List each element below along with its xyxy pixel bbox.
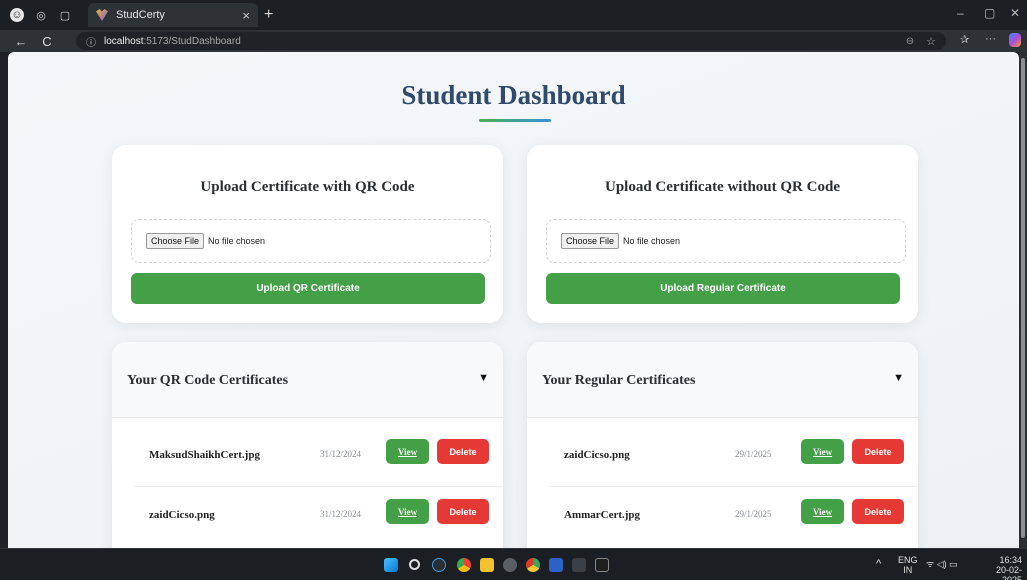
qr-choose-file-button[interactable]: Choose File	[146, 233, 205, 249]
delete-button[interactable]: Delete	[437, 439, 489, 464]
list-item: zaidCicso.png 31/12/2024 View Delete	[134, 487, 502, 547]
regular-choose-file-button[interactable]: Choose File	[561, 233, 620, 249]
regular-certificates-header[interactable]: Your Regular Certificates ▼	[527, 342, 918, 418]
reload-button[interactable]: C	[34, 34, 60, 49]
qr-certificates-title: Your QR Code Certificates	[127, 373, 289, 388]
certificate-name: MaksudShaikhCert.jpg	[149, 449, 260, 461]
url-path: :5173/StudDashboard	[143, 35, 241, 47]
delete-button[interactable]: Delete	[852, 439, 904, 464]
clock-time: 16:34	[999, 555, 1022, 565]
list-item: MaksudShaikhCert.jpg 31/12/2024 View Del…	[134, 427, 502, 487]
qr-file-dropzone[interactable]: Choose File No file chosen	[131, 219, 491, 263]
delete-button[interactable]: Delete	[437, 499, 489, 524]
tab-title: StudCerty	[116, 9, 165, 21]
qr-certificates-header[interactable]: Your QR Code Certificates ▼	[112, 342, 503, 418]
regular-certificates-card: Your Regular Certificates ▼ zaidCicso.pn…	[527, 342, 918, 548]
list-item: AmmarCert.jpg 29/1/2025 View Delete	[549, 487, 917, 547]
certificate-name: zaidCicso.png	[564, 449, 630, 461]
delete-button[interactable]: Delete	[852, 499, 904, 524]
upload-qr-card: Upload Certificate with QR Code Choose F…	[112, 145, 503, 323]
upload-regular-button[interactable]: Upload Regular Certificate	[546, 273, 900, 304]
close-window-button[interactable]: ✕	[1010, 6, 1020, 20]
new-tab-button[interactable]: +	[264, 6, 273, 24]
qr-certificates-card: Your QR Code Certificates ▼ MaksudShaikh…	[112, 342, 503, 548]
back-button[interactable]: ←	[8, 34, 34, 49]
certificate-name: AmmarCert.jpg	[564, 509, 641, 521]
page-viewport: Student Dashboard Upload Certificate wit…	[8, 52, 1019, 548]
studcerty-favicon-icon	[96, 9, 108, 21]
upload-regular-heading: Upload Certificate without QR Code	[605, 179, 840, 195]
certificate-name: zaidCicso.png	[149, 509, 215, 521]
list-item: zaidCicso.png 29/1/2025 View Delete	[549, 427, 917, 487]
profile-icon[interactable]: ☺	[10, 8, 24, 22]
windows-start-icon[interactable]	[384, 558, 398, 572]
clock-date: 20-02-2025	[995, 565, 1022, 580]
edge-browser-icon[interactable]	[432, 558, 446, 572]
favorites-icon[interactable]: ✰	[960, 33, 969, 46]
language-indicator[interactable]: ENG IN	[898, 555, 918, 575]
certificate-date: 29/1/2025	[735, 509, 772, 519]
word-icon[interactable]	[549, 558, 563, 572]
tab-close-icon[interactable]: ×	[242, 8, 250, 23]
language-code: ENG	[898, 555, 918, 565]
regular-certificates-title: Your Regular Certificates	[542, 373, 696, 388]
copilot-icon[interactable]	[1009, 33, 1021, 47]
file-explorer-icon[interactable]	[480, 558, 494, 572]
regular-collapse-caret-icon[interactable]: ▼	[893, 372, 904, 384]
zoom-icon[interactable]: ⊖	[906, 36, 914, 47]
settings-icon[interactable]	[503, 558, 517, 572]
workspaces-icon[interactable]: ◎	[34, 8, 48, 22]
terminal-icon[interactable]	[572, 558, 586, 572]
browser-titlebar: ☺ ◎ ▢ StudCerty × + – ▢ ✕	[0, 0, 1027, 30]
upload-qr-heading: Upload Certificate with QR Code	[200, 179, 415, 195]
certificate-date: 31/12/2024	[320, 449, 362, 459]
search-icon[interactable]	[409, 559, 420, 570]
regular-file-status: No file chosen	[623, 236, 681, 246]
qr-collapse-caret-icon[interactable]: ▼	[478, 372, 489, 384]
os-taskbar: ^ ENG IN ᯤ ◁) ▭ 16:34 20-02-2025	[0, 548, 1027, 580]
upload-regular-card: Upload Certificate without QR Code Choos…	[527, 145, 918, 323]
tray-chevron-icon[interactable]: ^	[876, 559, 881, 570]
scrollbar-thumb[interactable]	[1021, 58, 1025, 538]
page-scrollbar[interactable]	[1019, 52, 1027, 548]
chrome-icon[interactable]	[457, 558, 471, 572]
qr-file-status: No file chosen	[208, 236, 266, 246]
language-region: IN	[903, 565, 913, 575]
clock[interactable]: 16:34 20-02-2025	[978, 555, 1022, 580]
network-volume-battery-icon[interactable]: ᯤ ◁) ▭	[926, 559, 958, 569]
browser-navbar: ← C ⓘ localhost :5173/StudDashboard ⊖ ☆ …	[0, 30, 1027, 52]
certificate-date: 31/12/2024	[320, 509, 362, 519]
minimize-button[interactable]: –	[957, 6, 964, 20]
regular-file-dropzone[interactable]: Choose File No file chosen	[546, 219, 906, 263]
address-bar[interactable]: ⓘ localhost :5173/StudDashboard ⊖ ☆	[76, 32, 946, 50]
title-underline	[479, 119, 551, 122]
url-host: localhost	[104, 35, 144, 47]
maximize-button[interactable]: ▢	[984, 6, 995, 20]
tab-actions-icon[interactable]: ▢	[58, 8, 72, 22]
view-button[interactable]: View	[801, 499, 844, 524]
certificate-date: 29/1/2025	[735, 449, 772, 459]
view-button[interactable]: View	[386, 499, 429, 524]
page-title: Student Dashboard	[401, 80, 626, 110]
chrome-profile-icon[interactable]	[526, 558, 540, 572]
upload-qr-button[interactable]: Upload QR Certificate	[131, 273, 485, 304]
view-button[interactable]: View	[386, 439, 429, 464]
more-menu-icon[interactable]: ···	[985, 33, 996, 45]
app-icon[interactable]	[595, 558, 609, 572]
tab-studcerty[interactable]: StudCerty ×	[88, 3, 258, 27]
view-button[interactable]: View	[801, 439, 844, 464]
favorite-star-icon[interactable]: ☆	[926, 35, 936, 48]
site-info-icon[interactable]: ⓘ	[86, 34, 96, 49]
